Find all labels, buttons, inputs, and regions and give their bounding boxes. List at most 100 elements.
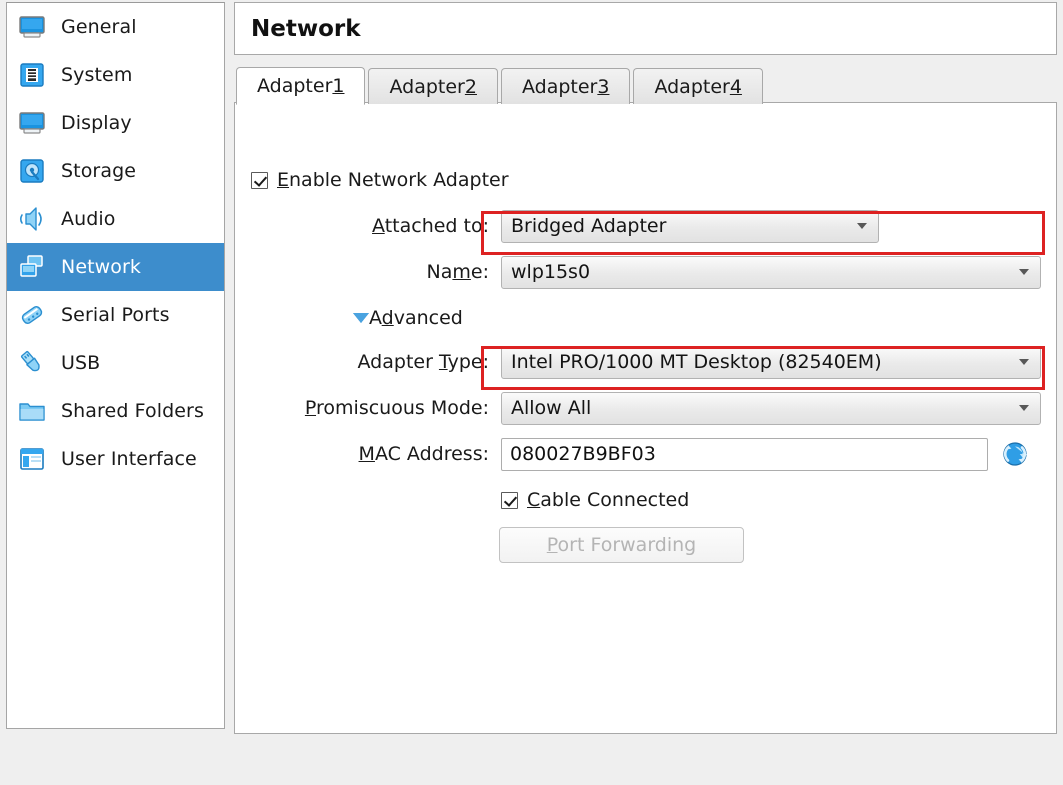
name-value: wlp15s0: [511, 261, 591, 283]
attached-to-combobox[interactable]: Bridged Adapter: [501, 209, 879, 243]
settings-category-sidebar: General System Display Storage Audio Net…: [6, 2, 225, 729]
enable-network-adapter-checkbox[interactable]: [251, 171, 268, 189]
adapter-type-label: Adapter Type:: [251, 351, 489, 373]
adapter-type-value: Intel PRO/1000 MT Desktop (82540EM): [511, 351, 882, 373]
chip-icon: [17, 60, 47, 90]
label-rest: ort Forwarding: [557, 534, 697, 556]
name-row: Name: wlp15s0: [251, 255, 1041, 289]
sidebar-item-shared-folders[interactable]: Shared Folders: [7, 387, 224, 435]
sidebar-item-label: User Interface: [61, 448, 197, 470]
label-rest: ype:: [447, 351, 489, 373]
dialog-button-bar: Cancel OK: [0, 729, 1063, 785]
chevron-down-icon: [1019, 269, 1029, 275]
sidebar-item-audio[interactable]: Audio: [7, 195, 224, 243]
triangle-down-icon: [353, 313, 369, 323]
tab-label: Adapter: [654, 75, 730, 98]
sidebar-item-label: General: [61, 16, 137, 38]
adapter-tabs-area: Adapter 1 Adapter 2 Adapter 3 Adapter 4: [234, 66, 1057, 734]
accel-char: T: [438, 351, 448, 373]
advanced-disclosure-row[interactable]: Advanced: [353, 301, 463, 335]
page-title: Network: [251, 15, 361, 42]
tab-adapter-3[interactable]: Adapter 3: [500, 68, 631, 104]
adapter-type-row: Adapter Type: Intel PRO/1000 MT Desktop …: [251, 345, 1041, 379]
sidebar-item-general[interactable]: General: [7, 3, 224, 51]
attached-to-value: Bridged Adapter: [511, 215, 667, 237]
sidebar-item-usb[interactable]: USB: [7, 339, 224, 387]
sidebar-item-storage[interactable]: Storage: [7, 147, 224, 195]
accel-char: E: [277, 169, 290, 191]
network-adapter-form: Enable Network Adapter Attached to: Brid…: [235, 103, 1056, 733]
mac-address-input[interactable]: 080027B9BF03: [501, 437, 988, 471]
mac-address-label: MAC Address:: [251, 443, 489, 465]
accel-char: M: [358, 443, 375, 465]
tab-label: Adapter: [389, 75, 465, 98]
sidebar-item-label: Shared Folders: [61, 400, 204, 422]
usb-plug-icon: [17, 348, 47, 378]
label-pre: A: [369, 307, 382, 329]
sidebar-item-label: Storage: [61, 160, 137, 182]
port-forwarding-button[interactable]: Port Forwarding: [499, 527, 744, 563]
regenerate-mac-icon[interactable]: [1002, 441, 1028, 467]
adapter-1-panel: Enable Network Adapter Attached to: Brid…: [234, 102, 1057, 734]
sidebar-item-user-interface[interactable]: User Interface: [7, 435, 224, 483]
sidebar-item-label: Display: [61, 112, 132, 134]
tab-accel: 1: [332, 75, 345, 97]
sidebar-item-network[interactable]: Network: [7, 243, 224, 291]
name-combobox[interactable]: wlp15s0: [501, 255, 1041, 289]
attached-to-label: Attached to:: [251, 215, 489, 237]
tab-adapter-2[interactable]: Adapter 2: [368, 68, 498, 104]
speaker-icon: [17, 204, 47, 234]
sidebar-item-serial-ports[interactable]: Serial Ports: [7, 291, 224, 339]
accel-char: C: [527, 489, 541, 511]
name-label: Name:: [251, 261, 489, 283]
cable-connected-row[interactable]: Cable Connected: [501, 483, 689, 517]
virtualbox-settings-dialog: General System Display Storage Audio Net…: [0, 0, 1063, 785]
label-rest: nable Network Adapter: [289, 169, 509, 191]
tab-accel: 3: [597, 75, 610, 98]
label-rest: ttached to:: [384, 215, 489, 237]
promiscuous-mode-combobox[interactable]: Allow All: [501, 391, 1041, 425]
cable-connected-label: Cable Connected: [527, 489, 689, 511]
accel-char: P: [546, 534, 558, 556]
enable-network-adapter-label: Enable Network Adapter: [277, 169, 509, 191]
label-rest: AC Address:: [374, 443, 489, 465]
accel-char: d: [381, 307, 394, 329]
adapter-tabstrip: Adapter 1 Adapter 2 Adapter 3 Adapter 4: [236, 66, 766, 105]
sidebar-item-system[interactable]: System: [7, 51, 224, 99]
label-pre: Na: [426, 261, 453, 283]
adapter-type-combobox[interactable]: Intel PRO/1000 MT Desktop (82540EM): [501, 345, 1041, 379]
chevron-down-icon: [1019, 359, 1029, 365]
label-pre: Adapter: [357, 351, 439, 373]
window-icon: [17, 444, 47, 474]
port-forwarding-label: Port Forwarding: [547, 534, 697, 556]
promiscuous-mode-label: Promiscuous Mode:: [251, 397, 489, 419]
label-rest: able Connected: [540, 489, 690, 511]
label-rest: vanced: [393, 307, 463, 329]
enable-network-adapter-row[interactable]: Enable Network Adapter: [251, 163, 509, 197]
tab-adapter-1[interactable]: Adapter 1: [236, 67, 366, 105]
settings-content-panel: Network Adapter 1 Adapter 2 Adapter 3 Ad…: [234, 2, 1057, 734]
label-rest: e:: [470, 261, 489, 283]
mac-address-value: 080027B9BF03: [510, 443, 656, 465]
label-rest: romiscuous Mode:: [316, 397, 489, 419]
tab-label: Adapter: [521, 75, 598, 98]
monitor-icon: [17, 12, 47, 42]
sidebar-item-label: Serial Ports: [61, 304, 170, 326]
chevron-down-icon: [1019, 405, 1029, 411]
tab-accel: 4: [729, 75, 742, 98]
sidebar-item-display[interactable]: Display: [7, 99, 224, 147]
sidebar-item-label: Network: [61, 256, 142, 278]
sidebar-item-label: USB: [61, 352, 101, 374]
accel-char: A: [372, 215, 385, 237]
tab-accel: 2: [464, 75, 477, 98]
cable-connected-checkbox[interactable]: [501, 491, 518, 509]
promiscuous-mode-value: Allow All: [511, 397, 592, 419]
chevron-down-icon: [857, 223, 867, 229]
serial-port-icon: [17, 300, 47, 330]
sidebar-item-label: System: [61, 64, 133, 86]
tab-label: Adapter: [257, 75, 333, 97]
accel-char: P: [304, 397, 317, 419]
panel-header: Network: [234, 2, 1057, 55]
tab-adapter-4[interactable]: Adapter 4: [633, 68, 763, 104]
monitor-icon: [17, 108, 47, 138]
